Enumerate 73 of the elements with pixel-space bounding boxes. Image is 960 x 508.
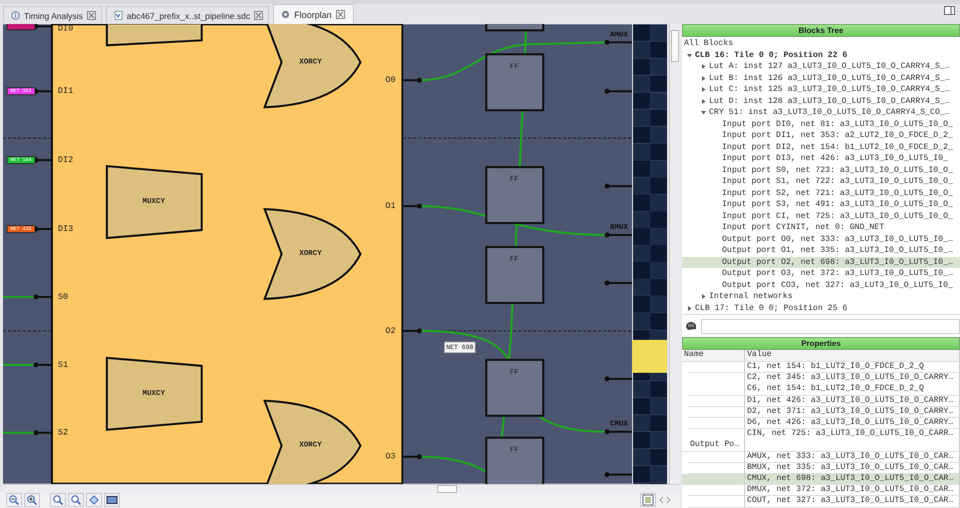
pin-stub xyxy=(403,78,422,83)
pin-label: DI3 xyxy=(58,224,74,234)
panel-toggle-icon[interactable] xyxy=(944,6,955,15)
pin-stub xyxy=(604,280,632,286)
flip-flop-box xyxy=(485,246,544,304)
flip-flop-box xyxy=(485,166,544,224)
property-row[interactable]: CMUX, net 698: a3_LUT3_I0_O_LUT5_I0_O_CAR… xyxy=(682,474,960,486)
close-icon[interactable] xyxy=(86,11,96,20)
screen-icon xyxy=(106,494,118,506)
gear-icon xyxy=(281,10,290,19)
pin-stub xyxy=(403,204,422,209)
list-icon xyxy=(642,494,654,506)
vertical-scrollbar[interactable] xyxy=(669,24,680,484)
property-row[interactable]: Output Po… xyxy=(682,440,960,452)
pin-label: S2 xyxy=(58,428,68,438)
pin-stub xyxy=(604,429,632,434)
scroll-thumb[interactable] xyxy=(437,485,457,493)
property-value-cell: COUT, net 327: a3_LUT3_I0_O_LUT5_I0_O_CAR… xyxy=(745,496,960,508)
fit-view-button[interactable] xyxy=(86,493,102,508)
zoom-in-icon xyxy=(26,494,38,506)
zoom-icon xyxy=(70,494,82,506)
highlight-tile xyxy=(632,340,668,373)
panel-header: Properties xyxy=(682,337,960,350)
pin-label: DI1 xyxy=(58,86,74,96)
close-icon[interactable] xyxy=(336,10,345,19)
output-label: O2 xyxy=(385,326,396,336)
expand-arrow-icon[interactable] xyxy=(701,98,706,104)
pin-label: DI0 xyxy=(58,24,74,34)
expand-arrow-icon[interactable] xyxy=(701,294,706,300)
tab[interactable]: Floorplan xyxy=(273,4,354,24)
zoom-area-icon xyxy=(52,494,64,506)
tree-root-label: All Blocks xyxy=(683,38,734,50)
collapse-arrow-icon[interactable] xyxy=(701,110,706,116)
legend-button[interactable] xyxy=(640,493,656,508)
pin-stub xyxy=(604,472,632,478)
pin-stub xyxy=(403,328,422,334)
pin-stub xyxy=(604,232,632,238)
output-label: O0 xyxy=(385,75,396,86)
tree-item[interactable]: Output port O2, net 698: a3_LUT3_I0_O_LUT5_I0_… xyxy=(682,256,960,268)
zoom-area-button[interactable] xyxy=(50,493,66,508)
expand-arrow-icon[interactable] xyxy=(701,87,706,92)
pin-stub xyxy=(604,376,632,382)
expand-arrow-icon[interactable] xyxy=(701,64,706,70)
expand-arrow-icon[interactable] xyxy=(687,306,692,311)
pin-label: S0 xyxy=(58,292,68,302)
flip-flop-box xyxy=(485,53,544,112)
panel-header: Blocks Tree xyxy=(682,24,960,37)
expand-arrow-icon[interactable] xyxy=(701,76,706,81)
pin-stub xyxy=(604,184,632,189)
zoom-in-button[interactable] xyxy=(24,493,40,508)
search-field[interactable] xyxy=(701,318,960,334)
collapse-arrow-icon[interactable] xyxy=(687,52,692,58)
pin-label: DI2 xyxy=(58,155,74,166)
close-icon[interactable] xyxy=(254,11,264,20)
hand-icon xyxy=(685,321,697,331)
pin-stub xyxy=(604,88,632,94)
file-icon xyxy=(114,11,123,20)
tab[interactable]: abc467_prefix_x..st_pipeline.sdc xyxy=(106,6,270,24)
scroll-thumb[interactable] xyxy=(671,30,679,62)
zoom-out-button[interactable] xyxy=(6,493,22,508)
pin-label: S1 xyxy=(58,360,68,370)
flip-flop-box xyxy=(485,358,544,417)
pin-stub xyxy=(403,454,422,460)
pin-stub xyxy=(604,40,632,45)
tab[interactable]: Timing Analysis xyxy=(3,6,102,24)
horizontal-scrollbar[interactable] xyxy=(3,484,680,493)
fit-view-icon xyxy=(88,494,100,506)
output-label: O1 xyxy=(385,201,396,212)
zoom-out-icon xyxy=(8,494,20,506)
screen-button[interactable] xyxy=(104,493,120,508)
output-label: O3 xyxy=(385,452,396,462)
zoom-button[interactable] xyxy=(68,493,84,508)
info-icon xyxy=(11,11,20,20)
